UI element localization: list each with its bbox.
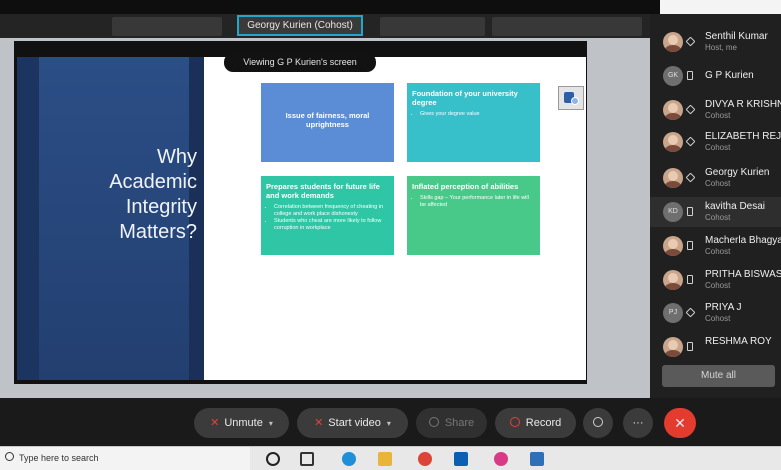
video-tile[interactable]: [492, 17, 642, 36]
share-icon: [428, 417, 439, 427]
participant-role: Cohost: [705, 179, 731, 188]
participant-name: RESHMA ROY: [705, 336, 772, 347]
slide-title: Why Academic Integrity Matters?: [109, 146, 197, 243]
avatar: [663, 270, 683, 290]
participant-row[interactable]: DIVYA R KRISHNAN Cohost: [650, 95, 781, 125]
search-icon: [5, 452, 14, 461]
participant-role: Cohost: [705, 247, 731, 256]
slide-box-fairness: Issue of fairness, moral uprightness: [261, 83, 394, 162]
avatar: KD: [663, 202, 683, 222]
app-icon[interactable]: [494, 452, 508, 466]
record-icon: [509, 417, 520, 427]
participant-role: Host, me: [705, 43, 738, 52]
slide-box-foundation: Foundation of your university degree Giv…: [407, 83, 540, 162]
end-meeting-button[interactable]: ✕: [664, 408, 696, 438]
phone-icon: [687, 342, 693, 351]
file-explorer-icon[interactable]: [378, 452, 392, 466]
phone-icon: [687, 241, 693, 250]
share-label: Share: [444, 417, 475, 429]
slide-title-panel: Why Academic Integrity Matters?: [17, 57, 204, 380]
chevron-down-icon[interactable]: ▾: [387, 419, 391, 428]
participant-row[interactable]: Senthil Kumar Host, me: [650, 27, 781, 57]
participant-name: PRIYA J: [705, 302, 742, 313]
edge-icon[interactable]: [342, 452, 356, 466]
video-tile[interactable]: [380, 17, 485, 36]
phone-icon: [687, 71, 693, 80]
task-view-icon[interactable]: [300, 452, 314, 466]
avatar: PJ: [663, 303, 683, 323]
participant-name: Senthil Kumar: [705, 31, 768, 42]
participant-name: G P Kurien: [705, 70, 754, 81]
participant-row[interactable]: PJ PRIYA J Cohost: [650, 298, 781, 328]
participant-role: Cohost: [705, 281, 731, 290]
participant-role: Cohost: [705, 213, 731, 222]
device-icon: [685, 172, 696, 183]
chevron-down-icon[interactable]: ▾: [269, 419, 273, 428]
participant-role: Cohost: [705, 111, 731, 120]
cortana-icon[interactable]: [266, 452, 280, 466]
participant-name: DIVYA R KRISHNAN: [705, 99, 781, 110]
avatar: [663, 100, 683, 120]
avatar: [663, 168, 683, 188]
participant-row[interactable]: Georgy Kurien Cohost: [650, 163, 781, 193]
video-tile[interactable]: [112, 17, 222, 36]
participant-name: kavitha Desai: [705, 201, 766, 212]
mute-all-button[interactable]: Mute all: [662, 365, 775, 387]
active-speaker-tile[interactable]: Georgy Kurien (Cohost): [237, 15, 363, 36]
record-label: Record: [525, 417, 562, 429]
start-video-button[interactable]: ✕ Start video ▾: [297, 408, 408, 438]
muted-mic-icon: ✕: [210, 417, 220, 429]
slide-box-prepares: Prepares students for future life and wo…: [261, 176, 394, 255]
video-off-icon: ✕: [314, 417, 324, 429]
participants-panel: Senthil Kumar Host, me GK G P Kurien DIV…: [650, 14, 781, 398]
meeting-window: Georgy Kurien (Cohost) Why Academic Inte…: [0, 0, 781, 470]
window-top-bar: [0, 0, 781, 14]
avatar: [663, 236, 683, 256]
participant-row[interactable]: RESHMA ROY: [650, 332, 781, 362]
avatar: [663, 132, 683, 152]
participant-name: ELIZABETH REJI: [705, 131, 781, 142]
participant-name: Macherla Bhagya: [705, 235, 781, 246]
device-icon: [685, 307, 696, 318]
unmute-button[interactable]: ✕ Unmute ▾: [194, 408, 289, 438]
chrome-icon[interactable]: [418, 452, 432, 466]
reactions-button[interactable]: [583, 408, 613, 438]
unmute-label: Unmute: [224, 417, 263, 429]
phone-icon: [687, 207, 693, 216]
device-icon: [685, 104, 696, 115]
participant-row[interactable]: KD kavitha Desai Cohost: [650, 197, 781, 227]
search-placeholder: Type here to search: [19, 453, 99, 463]
webex-icon[interactable]: [530, 452, 544, 466]
participant-role: Cohost: [705, 143, 731, 152]
participant-row[interactable]: PRITHA BISWAS Cohost: [650, 265, 781, 295]
avatar: GK: [663, 66, 683, 86]
annotation-icon[interactable]: [558, 86, 584, 110]
slide-box-inflated: Inflated perception of abilities Skills …: [407, 176, 540, 255]
start-video-label: Start video: [328, 417, 381, 429]
more-options-button[interactable]: ···: [623, 408, 653, 438]
participant-row[interactable]: Macherla Bhagya Cohost: [650, 231, 781, 261]
participant-role: Cohost: [705, 314, 731, 323]
viewing-screen-label: Viewing G P Kurien's screen: [224, 53, 376, 72]
share-button[interactable]: Share: [416, 408, 487, 438]
participant-row[interactable]: ELIZABETH REJI Cohost: [650, 127, 781, 157]
participant-row[interactable]: GK G P Kurien: [650, 61, 781, 91]
device-icon: [685, 36, 696, 47]
taskbar-search[interactable]: Type here to search: [0, 447, 250, 470]
record-button[interactable]: Record: [495, 408, 576, 438]
mail-icon[interactable]: [454, 452, 468, 466]
device-icon: [685, 136, 696, 147]
participant-name: Georgy Kurien: [705, 167, 770, 178]
avatar: [663, 32, 683, 52]
reactions-icon: [593, 417, 603, 427]
avatar: [663, 337, 683, 357]
phone-icon: [687, 275, 693, 284]
participant-name: PRITHA BISWAS: [705, 269, 781, 280]
